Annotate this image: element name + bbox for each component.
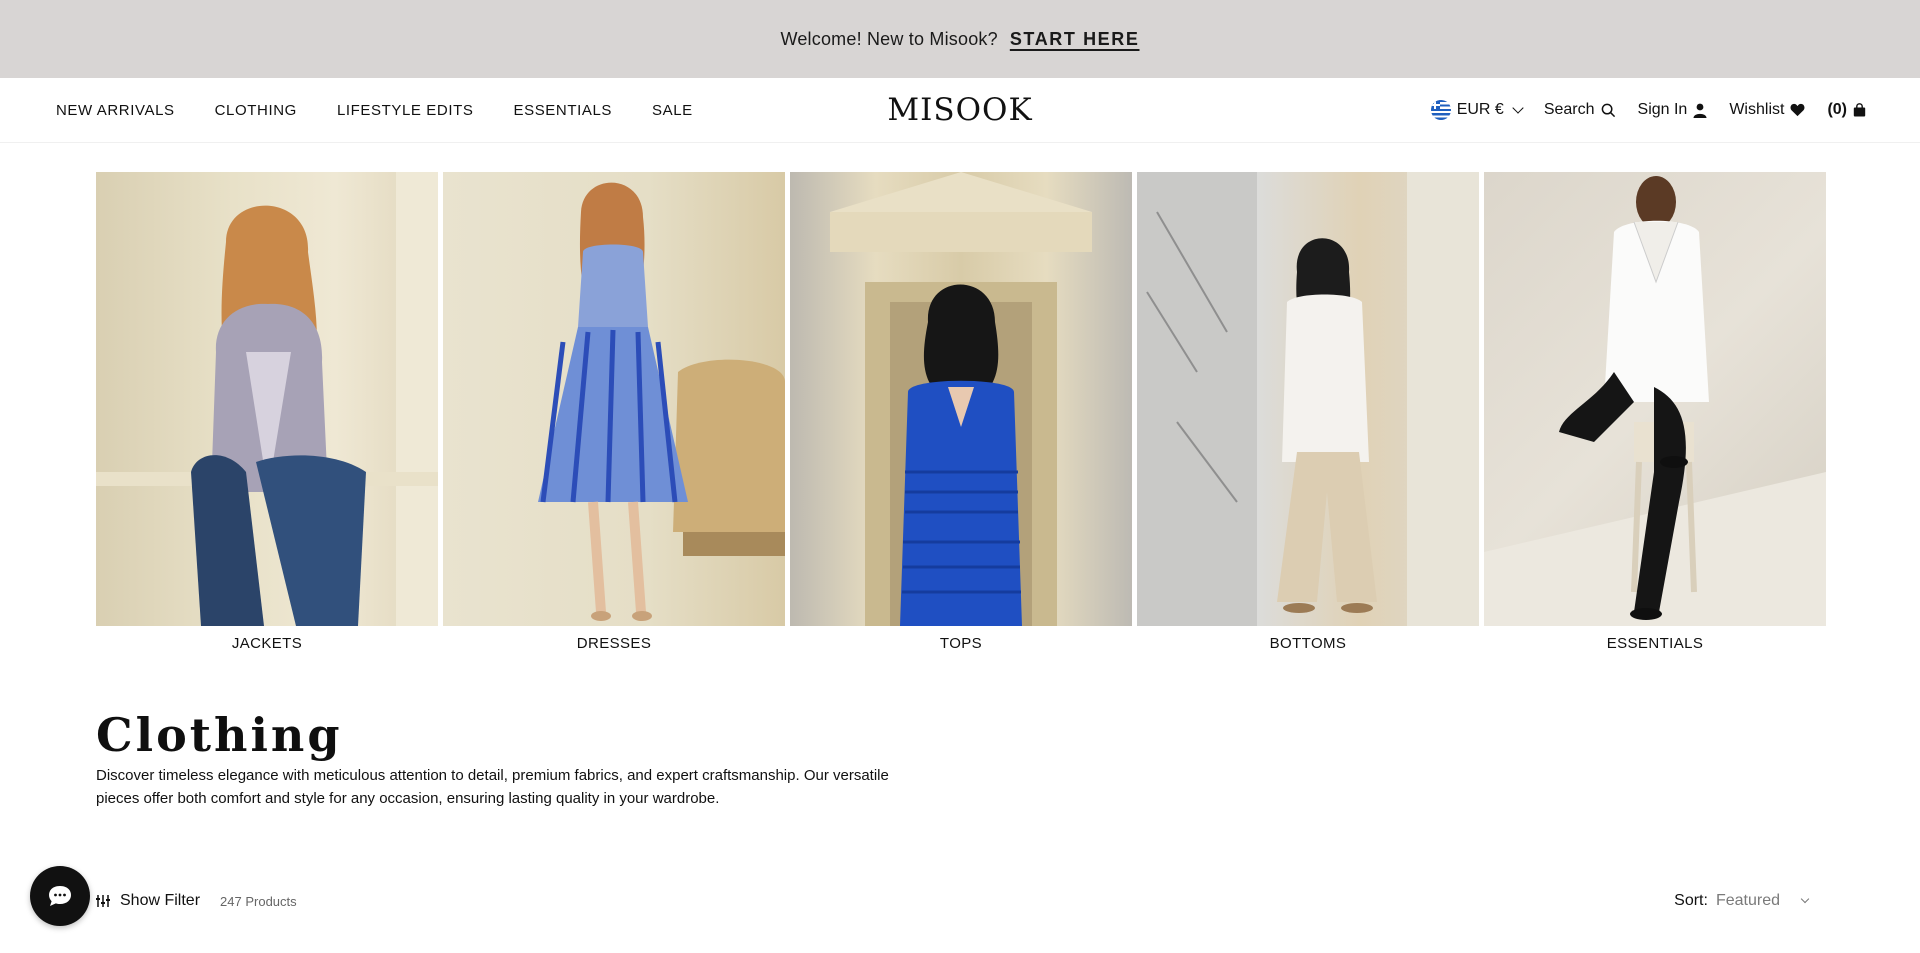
category-tile-tops[interactable]: TOPS (790, 172, 1132, 652)
filter-sliders-icon[interactable] (96, 894, 110, 908)
greece-flag-icon (1430, 100, 1451, 120)
wishlist-button[interactable]: Wishlist (1729, 101, 1805, 119)
category-label: BOTTOMS (1269, 635, 1347, 652)
sign-in-label: Sign In (1637, 101, 1688, 118)
currency-selector[interactable]: EUR € (1430, 100, 1524, 120)
currency-label: EUR € (1456, 101, 1504, 118)
search-label: Search (1543, 101, 1595, 118)
jackets-image (96, 172, 438, 626)
nav-lifestyle-edits[interactable]: LIFESTYLE EDITS (337, 102, 474, 119)
chevron-down-icon (1800, 894, 1810, 904)
sign-in-button[interactable]: Sign In (1638, 101, 1708, 119)
sort-label: Sort: (1674, 892, 1708, 909)
dresses-image (443, 172, 785, 626)
cart-button[interactable]: (0) (1827, 101, 1866, 119)
heart-icon (1790, 103, 1805, 117)
nav-clothing[interactable]: CLOTHING (215, 102, 297, 119)
nav-essentials[interactable]: ESSENTIALS (513, 102, 612, 119)
category-grid: JACKETS DRESSES TOPS BOTTOMS ESSENTIALS (96, 172, 1826, 652)
sort-value[interactable]: Featured (1716, 892, 1780, 910)
nav-sale[interactable]: SALE (652, 102, 693, 119)
announcement-text: Welcome! New to Misook? (780, 28, 998, 49)
category-label: TOPS (939, 635, 983, 652)
page-title: Clothing (96, 708, 343, 762)
bottoms-image (1137, 172, 1479, 626)
category-label: JACKETS (231, 635, 303, 652)
show-filter-button[interactable]: Show Filter (120, 892, 200, 910)
tops-image (790, 172, 1132, 626)
main-nav: NEW ARRIVALS CLOTHING LIFESTYLE EDITS ES… (56, 102, 693, 119)
filter-bar: Show Filter 247 Products (96, 892, 297, 910)
essentials-image (1484, 172, 1826, 626)
chat-button[interactable] (30, 866, 90, 926)
site-logo[interactable]: MISOOK (887, 92, 1032, 128)
header-utilities: EUR € Search Sign In Wishlist (0) (1430, 100, 1866, 120)
category-tile-bottoms[interactable]: BOTTOMS (1137, 172, 1479, 652)
sort-control[interactable]: Sort: Featured (1674, 892, 1810, 910)
chevron-down-icon (1512, 102, 1524, 114)
chat-bubble-icon (47, 884, 73, 908)
category-tile-dresses[interactable]: DRESSES (443, 172, 785, 652)
cart-count: (0) (1827, 101, 1847, 118)
search-button[interactable]: Search (1544, 101, 1616, 119)
announcement-bar: Welcome! New to Misook? START HERE (0, 0, 1920, 78)
category-tile-jackets[interactable]: JACKETS (96, 172, 438, 652)
category-tile-essentials[interactable]: ESSENTIALS (1484, 172, 1826, 652)
start-here-link[interactable]: START HERE (1010, 29, 1140, 50)
wishlist-label: Wishlist (1729, 101, 1785, 118)
category-label: ESSENTIALS (1606, 635, 1704, 652)
nav-new-arrivals[interactable]: NEW ARRIVALS (56, 102, 175, 119)
page-description: Discover timeless elegance with meticulo… (96, 767, 889, 807)
shopping-bag-icon (1853, 103, 1866, 117)
category-label: DRESSES (576, 635, 652, 652)
search-icon (1601, 103, 1616, 118)
user-icon (1693, 103, 1707, 118)
site-header: NEW ARRIVALS CLOTHING LIFESTYLE EDITS ES… (0, 78, 1920, 143)
product-count: 247 Products (220, 893, 297, 909)
